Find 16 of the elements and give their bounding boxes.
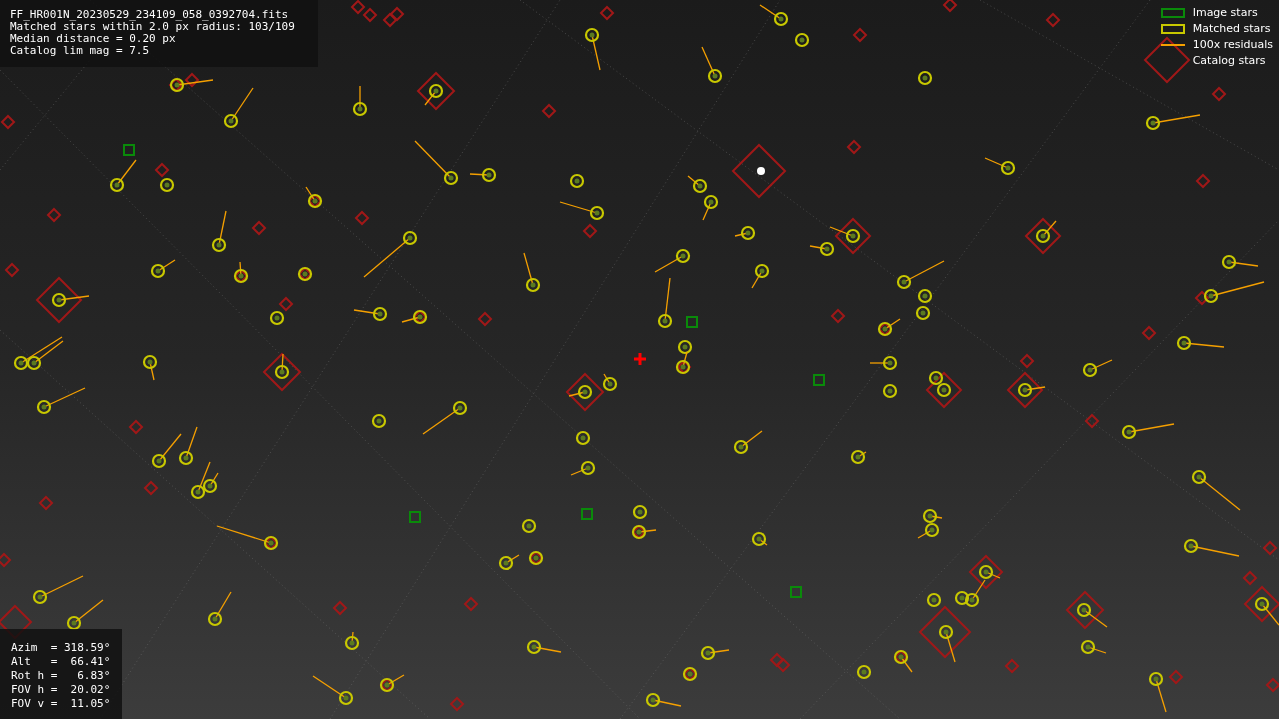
pointing-text: Rot h = 6.83° [11,669,111,683]
info-text: Matched stars within 2.0 px radius: 103/109 [10,21,296,33]
info-text: Median distance = 0.20 px [10,33,177,45]
rectangle-swatch-icon [1160,7,1185,18]
pointing-text: FOV v = 11.05° [11,697,111,711]
legend-label: Image stars [1192,6,1258,19]
info-text: FF_HR001N_20230529_234109_058_0392704.fits [10,9,290,21]
pointing-text: FOV h = 20.02° [11,683,111,697]
rectangle-swatch-icon [1160,23,1185,34]
legend-label: Matched stars [1192,22,1271,35]
legend-label: Catalog stars [1192,54,1266,67]
info-text: Catalog lim mag = 7.5 [10,45,151,57]
legend-label: 100x residuals [1192,38,1273,51]
pointing-text: Azim = 318.59° [11,641,111,655]
pointing-text: Alt = 66.41° [11,655,111,669]
line-swatch-icon [1160,43,1185,46]
